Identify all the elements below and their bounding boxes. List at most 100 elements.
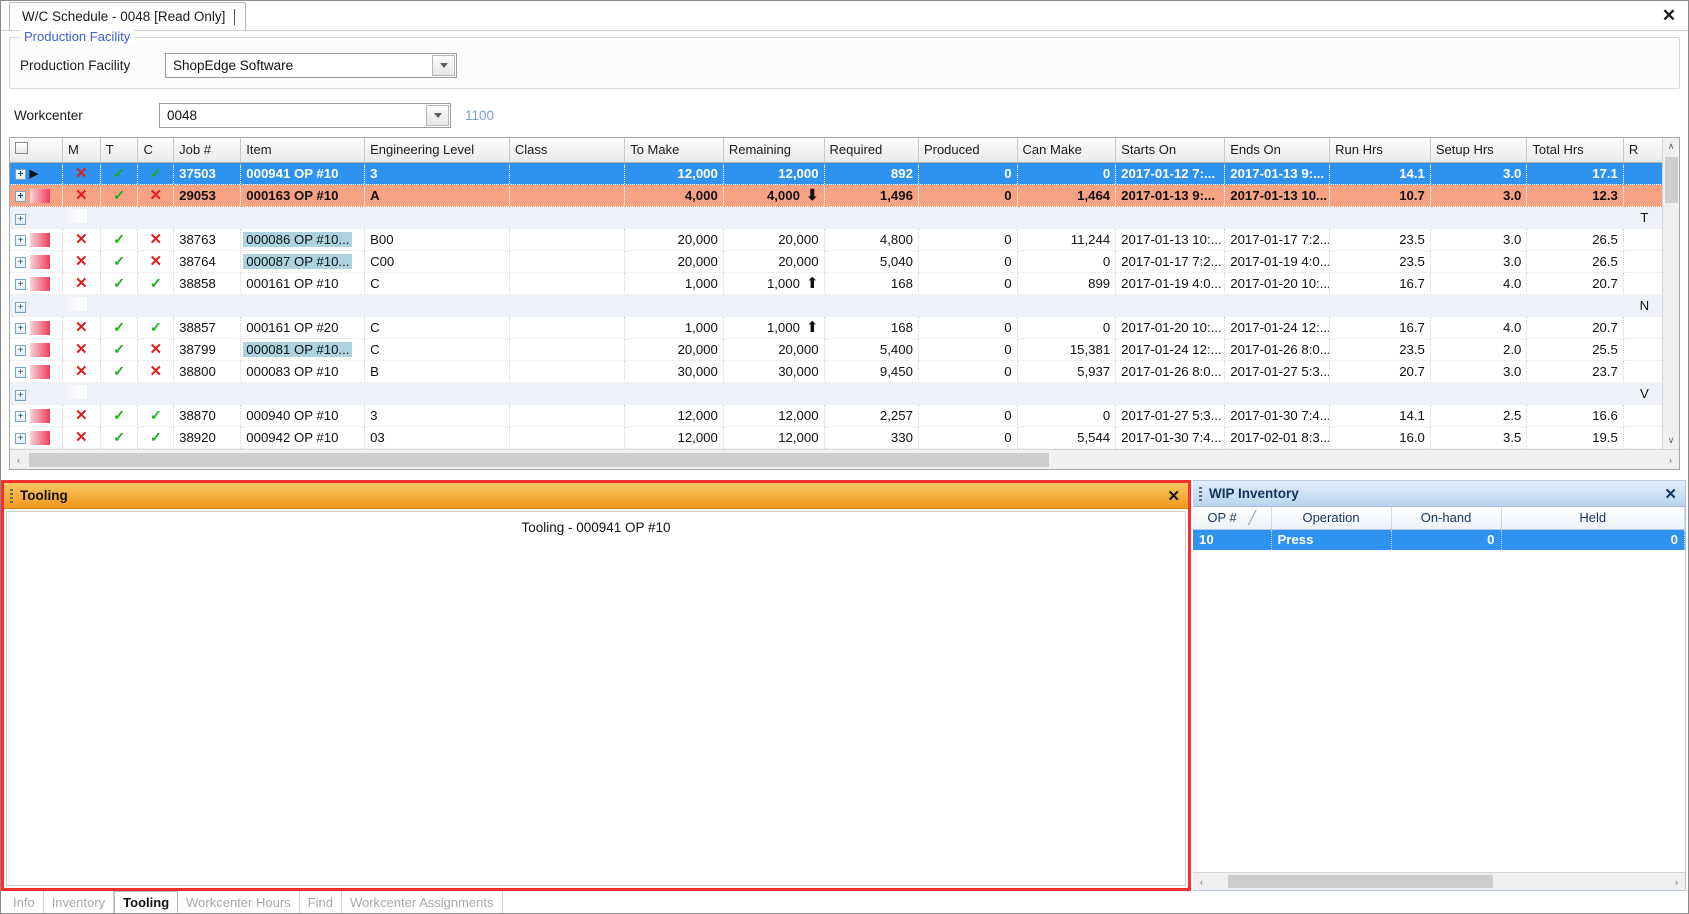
table-row[interactable]: + ✕ ✓ ✓ 38857 000161 OP #20 C 1,000 ⬆ 1,000 168 0 0 2… — [10, 316, 1662, 339]
col-selector[interactable] — [10, 138, 63, 163]
drag-handle-icon[interactable] — [10, 488, 13, 503]
row-expander-cell[interactable]: + — [10, 228, 63, 251]
row-expander-cell[interactable]: + ▶ — [10, 162, 63, 185]
cell-c[interactable]: ✓ — [137, 426, 175, 449]
cell-c[interactable]: ✓ — [137, 404, 175, 427]
wip-col-held[interactable]: Held — [1501, 507, 1685, 530]
wip-panel-caption[interactable]: WIP Inventory ✕ — [1193, 481, 1685, 507]
expand-icon[interactable]: + — [15, 411, 26, 423]
cell-c[interactable]: ✕ — [137, 360, 175, 383]
table-row[interactable]: + T — [10, 206, 1662, 229]
wip-col-operation[interactable]: Operation — [1271, 507, 1392, 530]
table-row[interactable]: + ✕ ✓ ✓ 38920 000942 OP #10 03 12,000 12,000 330 0… — [10, 426, 1662, 449]
row-expander-cell[interactable]: + — [10, 294, 63, 317]
row-expander-cell[interactable]: + — [10, 250, 63, 273]
scroll-down-icon[interactable]: ∨ — [1662, 432, 1679, 449]
cell-m[interactable]: ✕ — [62, 338, 101, 361]
expand-icon[interactable]: + — [15, 169, 26, 181]
expand-icon[interactable]: + — [15, 367, 26, 379]
cell-m[interactable]: ✕ — [62, 162, 101, 185]
col-ends-on[interactable]: Ends On — [1224, 138, 1331, 163]
row-expander-cell[interactable]: + — [10, 316, 63, 339]
scroll-right-icon[interactable]: › — [1662, 451, 1679, 468]
col-t[interactable]: T — [100, 138, 139, 163]
row-expander-cell[interactable]: + — [10, 272, 63, 295]
cell-c[interactable]: ✓ — [137, 316, 175, 339]
expand-icon[interactable]: + — [15, 345, 26, 357]
tab-find[interactable]: Find — [300, 891, 342, 913]
expand-icon[interactable]: + — [15, 235, 26, 247]
row-expander-cell[interactable]: + — [10, 184, 63, 207]
grid-vertical-scrollbar[interactable]: ∧ ∨ — [1662, 138, 1679, 449]
expand-icon[interactable]: + — [15, 323, 26, 335]
col-job[interactable]: Job # — [173, 138, 242, 163]
tab-info[interactable]: Info — [5, 891, 44, 913]
row-expander-cell[interactable]: + — [10, 360, 63, 383]
cell-c[interactable]: ✓ — [137, 272, 175, 295]
tab-inventory[interactable]: Inventory — [44, 891, 115, 913]
row-expander-cell[interactable]: + — [10, 404, 63, 427]
table-row[interactable]: + ▶ ✕ ✓ ✓ 37503 000941 OP #10 3 12,000 12,000 892… — [10, 162, 1662, 185]
cell-m[interactable]: ✕ — [62, 360, 101, 383]
col-class[interactable]: Class — [509, 138, 626, 163]
col-c[interactable]: C — [137, 138, 175, 163]
table-row[interactable]: 10 Press 0 0 — [1193, 529, 1685, 550]
grid-horizontal-scrollbar[interactable]: ‹ › — [10, 449, 1679, 469]
cell-c[interactable]: ✕ — [137, 338, 175, 361]
col-setup-hrs[interactable]: Setup Hrs — [1430, 138, 1528, 163]
cell-m[interactable]: ✕ — [62, 272, 101, 295]
expand-icon[interactable]: + — [15, 257, 26, 269]
tooling-panel-caption[interactable]: Tooling ✕ — [4, 483, 1188, 509]
cell-t[interactable]: ✓ — [100, 250, 139, 273]
wip-horizontal-scrollbar[interactable]: ‹ › — [1193, 872, 1685, 890]
table-row[interactable]: + ✕ ✓ ✕ 29053 000163 OP #10 A 4,000 ⬇ 4,000 1,496 0… — [10, 184, 1662, 207]
document-tab-wc-schedule[interactable]: W/C Schedule - 0048 [Read Only] — [9, 2, 247, 30]
expand-icon[interactable]: + — [15, 213, 26, 225]
table-row[interactable]: + ✕ ✓ ✕ 38763 000086 OP #10... B00 20,000 20,000… — [10, 228, 1662, 251]
cell-m[interactable]: ✕ — [62, 426, 101, 449]
table-row[interactable]: + ✕ ✓ ✓ 38858 000161 OP #10 C 1,000 ⬆ 1,000 168 0 89… — [10, 272, 1662, 295]
cell-t[interactable]: ✓ — [100, 426, 139, 449]
production-facility-combo[interactable]: ShopEdge Software — [165, 52, 457, 78]
expand-icon[interactable]: + — [15, 301, 26, 313]
expand-icon[interactable]: + — [15, 279, 26, 291]
cell-m[interactable]: ✕ — [62, 250, 101, 273]
cell-m[interactable]: ✕ — [62, 316, 101, 339]
chevron-down-icon[interactable] — [432, 54, 455, 76]
table-row[interactable]: + ✕ ✓ ✕ 38799 000081 OP #10... C 20,000 20,000 5,… — [10, 338, 1662, 361]
expand-icon[interactable]: + — [15, 191, 26, 203]
close-icon[interactable]: ✕ — [1167, 487, 1180, 505]
cell-t[interactable]: ✓ — [100, 316, 139, 339]
drag-handle-icon[interactable] — [1199, 486, 1202, 501]
tab-tooling[interactable]: Tooling — [114, 891, 179, 913]
col-r[interactable]: R — [1623, 138, 1662, 163]
table-row[interactable]: + ✕ ✓ ✓ 38870 000940 OP #10 3 12,000 12,000 2,257… — [10, 404, 1662, 427]
scroll-right-icon[interactable]: › — [1668, 873, 1685, 890]
table-row[interactable]: + V — [10, 382, 1662, 405]
wip-col-on-hand[interactable]: On-hand — [1391, 507, 1502, 530]
scroll-up-icon[interactable]: ∧ — [1662, 138, 1679, 155]
cell-t[interactable]: ✓ — [100, 338, 139, 361]
cell-m[interactable]: ✕ — [62, 184, 101, 207]
cell-t[interactable]: ✓ — [100, 404, 139, 427]
expand-icon[interactable]: + — [15, 389, 26, 401]
col-item[interactable]: Item — [240, 138, 366, 163]
col-to-make[interactable]: To Make — [624, 138, 724, 163]
col-eng-level[interactable]: Engineering Level — [364, 138, 510, 163]
scroll-left-icon[interactable]: ‹ — [10, 451, 27, 468]
table-row[interactable]: + ✕ ✓ ✕ 38800 000083 OP #10 B 30,000 30,000 9,450… — [10, 360, 1662, 383]
col-remaining[interactable]: Remaining — [723, 138, 825, 163]
vertical-scroll-thumb[interactable] — [1664, 157, 1678, 203]
cell-c[interactable]: ✕ — [137, 184, 175, 207]
col-required[interactable]: Required — [824, 138, 919, 163]
col-can-make[interactable]: Can Make — [1017, 138, 1117, 163]
wip-scroll-thumb[interactable] — [1228, 875, 1493, 888]
table-row[interactable]: + ✕ ✓ ✕ 38764 000087 OP #10... C00 20,000 20,000… — [10, 250, 1662, 273]
tab-workcenter-assignments[interactable]: Workcenter Assignments — [342, 891, 503, 913]
horizontal-scroll-thumb[interactable] — [29, 452, 1049, 467]
col-m[interactable]: M — [62, 138, 101, 163]
close-icon[interactable]: ✕ — [1658, 4, 1680, 26]
row-expander-cell[interactable]: + — [10, 382, 63, 405]
col-produced[interactable]: Produced — [918, 138, 1018, 163]
cell-c[interactable]: ✕ — [137, 228, 175, 251]
